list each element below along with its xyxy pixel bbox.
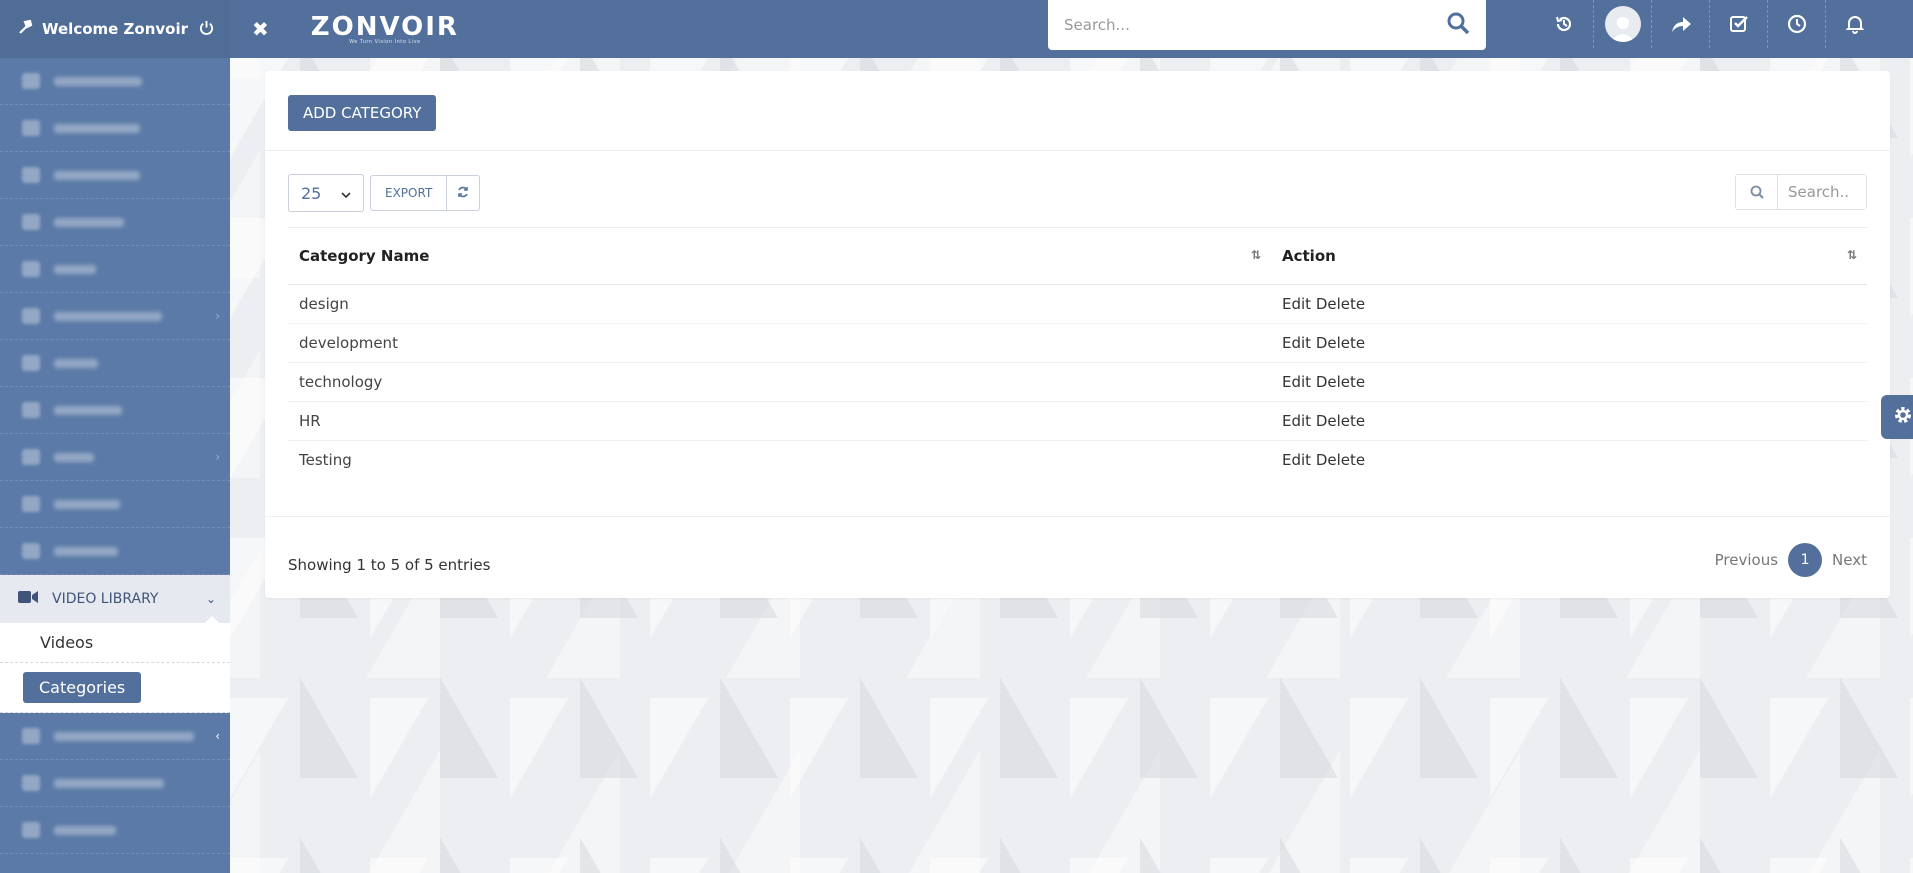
sort-icon: ⇅ <box>1250 248 1261 262</box>
column-header-category-name[interactable]: Category Name ⇅ <box>288 227 1271 285</box>
history-icon[interactable] <box>1535 0 1593 48</box>
sidebar-item[interactable] <box>0 105 230 152</box>
table-search <box>1735 174 1867 210</box>
action-cell: Edit Delete <box>1271 284 1867 324</box>
category-name-cell: Testing <box>299 451 352 470</box>
categories-table: Category Name ⇅ Action ⇅ design Edit Del… <box>288 227 1867 480</box>
category-name-cell: design <box>288 284 1271 324</box>
edit-link[interactable]: Edit <box>1282 412 1311 430</box>
hammer-icon <box>18 19 34 39</box>
user-avatar[interactable] <box>1593 0 1651 48</box>
card-header: ADD CATEGORY <box>265 71 1890 151</box>
settings-panel-toggle[interactable] <box>1881 395 1913 439</box>
sidebar-item[interactable]: › <box>0 434 230 481</box>
logo: ZONVOIR We Turn Vision Into Live <box>310 11 459 45</box>
category-name-cell: HR <box>288 401 1271 441</box>
current-page-button[interactable]: 1 <box>1788 542 1823 577</box>
table-search-input[interactable] <box>1778 175 1866 209</box>
sidebar-item[interactable] <box>0 387 230 434</box>
pagination: Previous 1 Next <box>1715 542 1867 577</box>
sidebar-subitem-categories[interactable]: Categories <box>0 663 230 713</box>
brand-area: Welcome Zonvoir <box>0 0 230 58</box>
search-icon[interactable] <box>1446 11 1470 39</box>
table-row: HR Edit Delete <box>288 401 1867 441</box>
close-sidebar-icon[interactable]: ✖ <box>252 17 269 41</box>
categories-card: ADD CATEGORY 25 EXPORT Category Name ⇅ <box>265 71 1890 598</box>
action-cell: Edit Delete <box>1271 401 1867 441</box>
edit-link[interactable]: Edit <box>1282 451 1311 469</box>
delete-link[interactable]: Delete <box>1316 295 1365 313</box>
action-cell: Edit Delete <box>1271 441 1867 480</box>
video-library-submenu: Videos Categories <box>0 623 230 713</box>
tasks-icon[interactable] <box>1709 0 1767 48</box>
column-header-action[interactable]: Action ⇅ <box>1271 227 1867 285</box>
sidebar-item[interactable] <box>0 199 230 246</box>
delete-link[interactable]: Delete <box>1316 334 1365 352</box>
action-cell: Edit Delete <box>1271 362 1867 402</box>
refresh-button[interactable] <box>447 175 481 211</box>
sidebar-item[interactable] <box>0 58 230 105</box>
table-row: Testing Edit Delete <box>288 441 1867 480</box>
global-search-input[interactable] <box>1064 16 1446 34</box>
global-search <box>1048 0 1486 50</box>
action-cell: Edit Delete <box>1271 323 1867 363</box>
page-length-select[interactable]: 25 <box>288 174 364 212</box>
sidebar-item[interactable] <box>0 481 230 528</box>
share-icon[interactable] <box>1651 0 1709 48</box>
sidebar-item[interactable] <box>0 246 230 293</box>
sidebar-item[interactable] <box>0 528 230 575</box>
sidebar: › › VIDEO LIBRARY ⌄ Videos Categories ‹ <box>0 58 230 873</box>
gear-icon <box>1893 405 1913 429</box>
category-name-cell: development <box>288 323 1271 363</box>
add-category-button[interactable]: ADD CATEGORY <box>288 95 437 131</box>
table-row: technology Edit Delete <box>288 362 1867 402</box>
edit-link[interactable]: Edit <box>1282 373 1311 391</box>
next-page-link[interactable]: Next <box>1832 551 1867 569</box>
sidebar-item[interactable] <box>0 807 230 854</box>
sidebar-item-video-library[interactable]: VIDEO LIBRARY ⌄ <box>0 575 230 624</box>
sidebar-item[interactable] <box>0 152 230 199</box>
welcome-label: Welcome Zonvoir <box>18 19 188 39</box>
delete-link[interactable]: Delete <box>1316 451 1365 469</box>
sidebar-item[interactable]: ‹ <box>0 713 230 760</box>
search-icon <box>1736 175 1778 209</box>
sidebar-item[interactable] <box>0 760 230 807</box>
export-button[interactable]: EXPORT <box>370 175 448 211</box>
table-row: design Edit Delete <box>288 284 1867 324</box>
sidebar-item[interactable]: › <box>0 293 230 340</box>
category-name-cell: technology <box>288 362 1271 402</box>
chevron-down-icon: ⌄ <box>205 592 216 606</box>
top-icon-bar <box>1535 0 1883 48</box>
sidebar-item-label: VIDEO LIBRARY <box>52 591 159 607</box>
edit-link[interactable]: Edit <box>1282 334 1311 352</box>
top-bar: Welcome Zonvoir ✖ ZONVOIR We Turn Vision… <box>0 0 1913 58</box>
table-header-row: Category Name ⇅ Action ⇅ <box>288 227 1867 285</box>
previous-page-link[interactable]: Previous <box>1715 551 1778 569</box>
edit-link[interactable]: Edit <box>1282 295 1311 313</box>
clock-icon[interactable] <box>1767 0 1825 48</box>
entries-info: Showing 1 to 5 of 5 entries <box>288 555 491 574</box>
sort-icon: ⇅ <box>1846 248 1857 262</box>
avatar <box>1604 6 1641 42</box>
bell-icon[interactable] <box>1825 0 1883 48</box>
table-toolbar: 25 EXPORT <box>288 174 481 212</box>
chevron-down-icon <box>341 184 351 203</box>
table-footer: Showing 1 to 5 of 5 entries Previous 1 N… <box>265 516 1890 598</box>
refresh-icon <box>457 186 469 201</box>
delete-link[interactable]: Delete <box>1316 412 1365 430</box>
video-camera-icon <box>18 590 38 608</box>
power-icon[interactable] <box>199 20 214 39</box>
sidebar-item[interactable] <box>0 340 230 387</box>
delete-link[interactable]: Delete <box>1316 373 1365 391</box>
table-row: development Edit Delete <box>288 323 1867 363</box>
sidebar-subitem-videos[interactable]: Videos <box>0 623 230 663</box>
